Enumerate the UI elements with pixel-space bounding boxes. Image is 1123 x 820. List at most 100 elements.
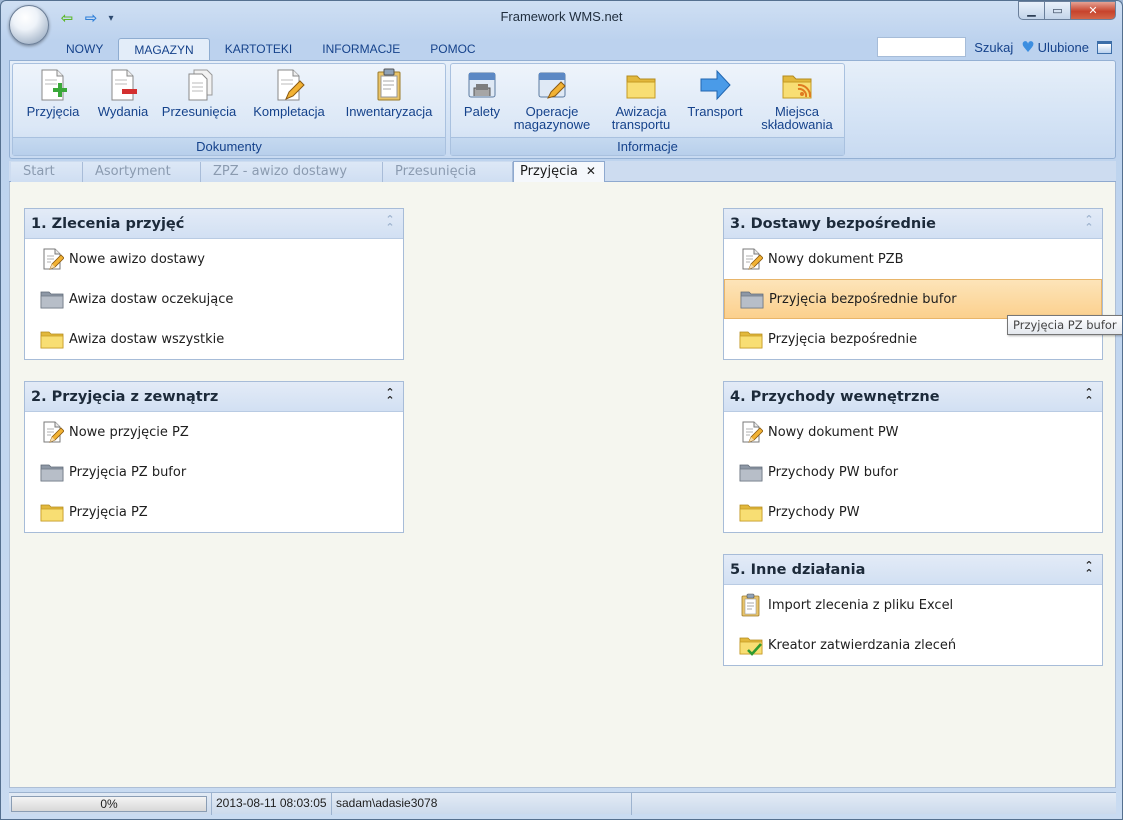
ribbon-button-label: Przyjęcia	[26, 104, 80, 119]
tab-informacje[interactable]: INFORMACJE	[307, 38, 415, 61]
tab-nowy[interactable]: NOWY	[51, 38, 118, 61]
collapse-chevron-icon[interactable]: ⌃ ⌃	[1082, 560, 1096, 579]
ribbon-button-przyjecia[interactable]: Przyjęcia	[18, 68, 88, 118]
maximize-button[interactable]: ▭	[1044, 1, 1071, 20]
status-user: sadam\adasie3078	[331, 793, 631, 815]
search-button[interactable]: Szukaj	[974, 40, 1013, 55]
card-header[interactable]: 2. Przyjęcia z zewnątrz ⌃ ⌃	[25, 382, 403, 412]
card-inne-dzialania: 5. Inne działania ⌃ ⌃ Import zlecenia z p…	[723, 554, 1103, 666]
app-title: Framework WMS.net	[500, 9, 623, 24]
panel-layout-icon[interactable]	[1097, 40, 1112, 54]
tab-magazyn[interactable]: MAGAZYN	[118, 38, 210, 61]
tab-zpz-awizo-dostawy[interactable]: ZPZ - awizo dostawy	[201, 162, 383, 182]
list-item[interactable]: Nowe przyjęcie PZ	[25, 412, 403, 452]
main-content: 1. Zlecenia przyjęć ⌃ ⌃ Nowe awizo dostaw…	[9, 182, 1116, 788]
item-label: Kreator zatwierdzania zleceń	[768, 637, 957, 653]
card-header[interactable]: 5. Inne działania ⌃ ⌃	[724, 555, 1102, 585]
gray-folder-icon	[739, 460, 763, 484]
list-item[interactable]: Przychody PW	[724, 492, 1102, 532]
close-button[interactable]: ✕	[1070, 1, 1116, 20]
card-title: 3. Dostawy bezpośrednie	[730, 215, 937, 232]
list-item[interactable]: Awiza dostaw wszystkie	[25, 319, 403, 359]
card-title: 5. Inne działania	[730, 561, 866, 578]
search-area: Szukaj ♥ Ulubione	[877, 37, 1112, 57]
tab-przyjecia[interactable]: Przyjęcia ✕	[513, 161, 605, 183]
search-input[interactable]	[877, 37, 967, 57]
favorites-label: Ulubione	[1037, 39, 1089, 55]
ribbon-button-awizacja-transportu[interactable]: Awizacja transportu	[601, 68, 681, 131]
collapse-chevron-icon[interactable]: ⌃ ⌃	[383, 214, 397, 233]
tab-start[interactable]: Start	[11, 162, 83, 182]
ribbon-button-label-line2: transportu	[611, 117, 671, 132]
document-remove-icon	[111, 69, 137, 101]
status-bar: 0% 2013-08-11 08:03:05 sadam\adasie3078	[9, 792, 1116, 815]
card-title: 4. Przychody wewnętrzne	[730, 388, 940, 405]
yellow-folder-icon	[40, 500, 64, 524]
ribbon-button-label: Palety	[463, 104, 501, 119]
ribbon-button-miejsca-skladowania[interactable]: Miejsca składowania	[755, 68, 839, 131]
tab-asortyment[interactable]: Asortyment	[83, 162, 201, 182]
ribbon-button-transport[interactable]: Transport	[681, 68, 749, 118]
card-dostawy-bezposrednie: 3. Dostawy bezpośrednie ⌃ ⌃ Nowy dokument…	[723, 208, 1103, 360]
tab-label: Przyjęcia	[520, 164, 578, 179]
ribbon-button-operacje-magazynowe[interactable]: Operacje magazynowe	[509, 68, 595, 131]
right-arrow-icon	[700, 69, 731, 101]
application-orb-button[interactable]	[9, 5, 49, 45]
list-item[interactable]: Nowe awizo dostawy	[25, 239, 403, 279]
list-item[interactable]: Przychody PW bufor	[724, 452, 1102, 492]
ribbon-group-dokumenty: Przyjęcia Wydania Przesunięcia Kompletac…	[12, 63, 446, 156]
item-label: Przyjęcia bezpośrednie	[768, 331, 918, 347]
minimize-button[interactable]: ▁	[1018, 1, 1045, 20]
item-label: Nowy dokument PZB	[768, 251, 904, 267]
item-label: Nowe przyjęcie PZ	[69, 424, 189, 440]
item-label: Nowe awizo dostawy	[69, 251, 205, 267]
ribbon-button-wydania[interactable]: Wydania	[88, 68, 158, 118]
item-label: Przyjęcia PZ	[69, 504, 148, 520]
ribbon: Przyjęcia Wydania Przesunięcia Kompletac…	[9, 60, 1116, 159]
app-window: ⇦ ⇨ ▾ Framework WMS.net ▁ ▭ ✕ NOWY MAGAZ…	[0, 0, 1123, 820]
card-title: 2. Przyjęcia z zewnątrz	[31, 388, 219, 405]
item-label: Przyjęcia bezpośrednie bufor	[769, 291, 957, 307]
ribbon-button-label: Transport	[687, 104, 743, 119]
list-item[interactable]: Kreator zatwierdzania zleceń	[724, 625, 1102, 665]
list-item[interactable]: Przyjęcia PZ	[25, 492, 403, 532]
collapse-chevron-icon[interactable]: ⌃ ⌃	[1082, 214, 1096, 233]
close-tab-icon[interactable]: ✕	[586, 164, 596, 178]
ribbon-group-label: Informacje	[451, 137, 844, 155]
ribbon-menu-tabs: NOWY MAGAZYN KARTOTEKI INFORMACJE POMOC	[51, 38, 491, 61]
collapse-chevron-icon[interactable]: ⌃ ⌃	[1082, 387, 1096, 406]
calendar-edit-icon	[538, 72, 566, 99]
ribbon-button-palety[interactable]: Palety	[453, 68, 511, 118]
yellow-folder-icon	[739, 500, 763, 524]
document-edit-icon	[277, 69, 305, 101]
tab-kartoteki[interactable]: KARTOTEKI	[210, 38, 308, 61]
list-item[interactable]: Przyjęcia PZ bufor	[25, 452, 403, 492]
ribbon-button-kompletacja[interactable]: Kompletacja	[244, 68, 334, 118]
document-add-icon	[41, 69, 67, 101]
ribbon-button-label: Przesunięcia	[161, 104, 237, 119]
ribbon-button-label: Inwentaryzacja	[345, 104, 433, 119]
item-label: Przychody PW bufor	[768, 464, 899, 480]
item-label: Nowy dokument PW	[768, 424, 899, 440]
list-item[interactable]: Nowy dokument PW	[724, 412, 1102, 452]
collapse-chevron-icon[interactable]: ⌃ ⌃	[383, 387, 397, 406]
card-header[interactable]: 3. Dostawy bezpośrednie ⌃ ⌃	[724, 209, 1102, 239]
favorites-button[interactable]: ♥ Ulubione	[1021, 38, 1089, 56]
tab-pomoc[interactable]: POMOC	[415, 38, 490, 61]
ribbon-button-przesuniecia[interactable]: Przesunięcia	[158, 68, 240, 118]
title-bar: ⇦ ⇨ ▾ Framework WMS.net ▁ ▭ ✕	[1, 1, 1122, 45]
ribbon-group-informacje: Palety Operacje magazynowe Awizacja tran	[450, 63, 845, 156]
window-controls: ▁ ▭ ✕	[1018, 1, 1116, 20]
tab-przesuniecia[interactable]: Przesunięcia	[383, 162, 513, 182]
list-item[interactable]: Awiza dostaw oczekujące	[25, 279, 403, 319]
card-header[interactable]: 4. Przychody wewnętrzne ⌃ ⌃	[724, 382, 1102, 412]
ribbon-button-inwentaryzacja[interactable]: Inwentaryzacja	[338, 68, 440, 118]
card-header[interactable]: 1. Zlecenia przyjęć ⌃ ⌃	[25, 209, 403, 239]
list-item[interactable]: Nowy dokument PZB	[724, 239, 1102, 279]
list-item[interactable]: Import zlecenia z pliku Excel	[724, 585, 1102, 625]
list-item-hovered[interactable]: Przyjęcia bezpośrednie bufor	[724, 279, 1102, 319]
item-label: Awiza dostaw wszystkie	[69, 331, 225, 347]
ribbon-button-label-line2: magazynowe	[513, 117, 591, 132]
status-datetime: 2013-08-11 08:03:05	[211, 793, 329, 815]
ribbon-group-label: Dokumenty	[13, 137, 445, 155]
